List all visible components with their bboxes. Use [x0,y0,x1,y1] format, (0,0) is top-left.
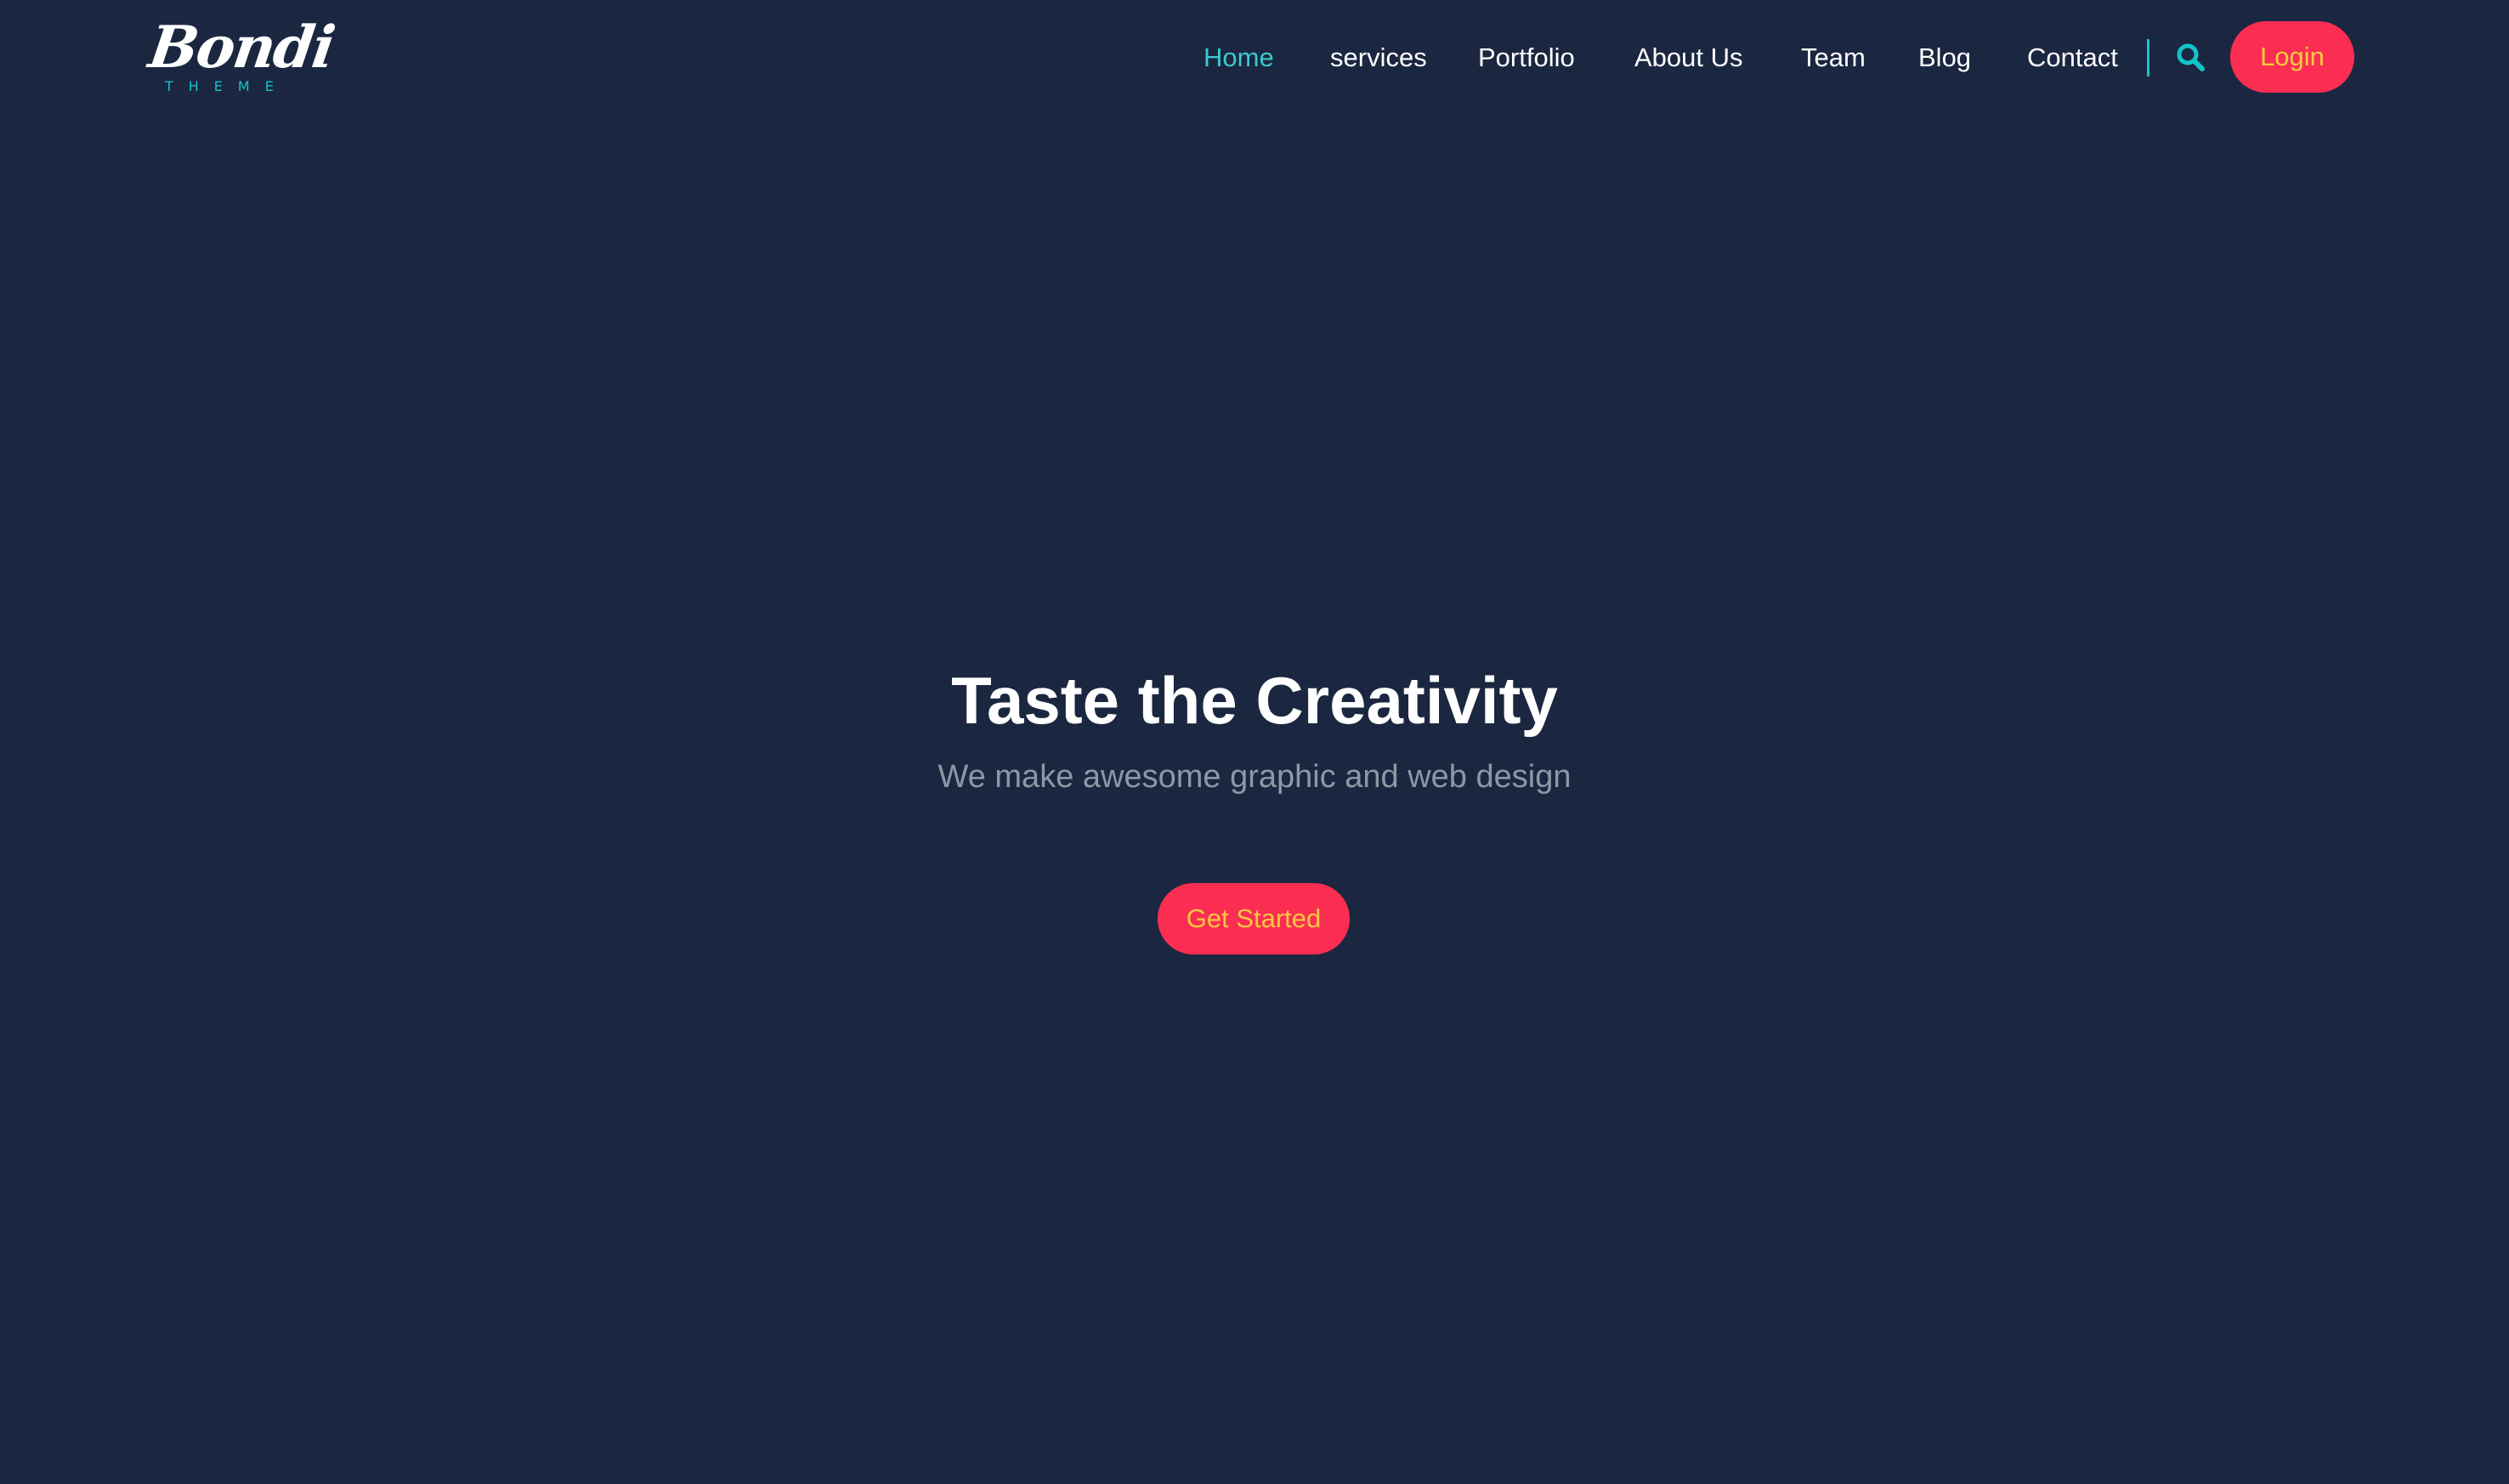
navbar: Bondi THEME Home services Portfolio Abou… [0,0,2509,116]
nav-services-link[interactable]: services [1330,36,1427,80]
nav-portfolio-link[interactable]: Portfolio [1478,36,1575,80]
get-started-button[interactable]: Get Started [1158,883,1350,954]
nav-blog-link[interactable]: Blog [1918,36,1971,80]
hero-title: Taste the Creativity [951,663,1558,738]
nav-menu: Home services Portfolio About Us Team Bl… [0,0,2509,116]
nav-contact-link[interactable]: Contact [2027,36,2118,80]
search-icon[interactable] [2176,42,2205,71]
nav-divider [2147,39,2149,76]
nav-home-link[interactable]: Home [1204,36,1274,80]
hero-subtitle: We make awesome graphic and web design [937,759,1572,795]
nav-team-link[interactable]: Team [1801,36,1866,80]
nav-about-link[interactable]: About Us [1634,36,1743,80]
login-button[interactable]: Login [2230,21,2354,93]
